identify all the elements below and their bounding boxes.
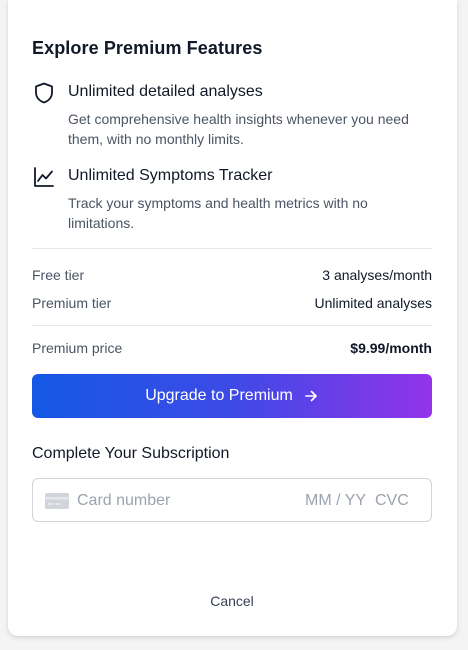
feature-description: Get comprehensive health insights whenev…: [68, 111, 409, 147]
line-chart-icon: [34, 167, 54, 187]
subscription-heading: Complete Your Subscription: [32, 445, 230, 462]
card-number-input[interactable]: [77, 490, 277, 512]
feature-name: Unlimited detailed analyses: [68, 83, 263, 100]
divider: [32, 248, 432, 249]
card-input-field[interactable]: [32, 478, 432, 522]
upgrade-button-label: Upgrade to Premium: [145, 387, 293, 404]
feature-description: Track your symptoms and health metrics w…: [68, 195, 368, 231]
cancel-button[interactable]: Cancel: [182, 590, 282, 612]
card-cvc-input[interactable]: [375, 490, 419, 512]
price-label: Premium price: [32, 340, 123, 356]
price-value: $9.99/month: [350, 340, 432, 356]
shield-icon: [35, 82, 53, 104]
card-expiry-input[interactable]: [305, 490, 371, 512]
modal-title: Explore Premium Features: [32, 38, 263, 58]
tier-value: Unlimited analyses: [314, 295, 433, 311]
tier-label: Premium tier: [32, 295, 112, 311]
credit-card-icon: [45, 493, 69, 509]
arrow-right-icon: [305, 390, 317, 402]
upgrade-button[interactable]: Upgrade to Premium: [32, 374, 432, 418]
premium-modal: Explore Premium Features Unlimited detai…: [8, 0, 457, 636]
tier-value: 3 analyses/month: [322, 267, 432, 283]
feature-name: Unlimited Symptoms Tracker: [68, 167, 273, 184]
tier-label: Free tier: [32, 267, 85, 283]
divider: [32, 325, 432, 326]
